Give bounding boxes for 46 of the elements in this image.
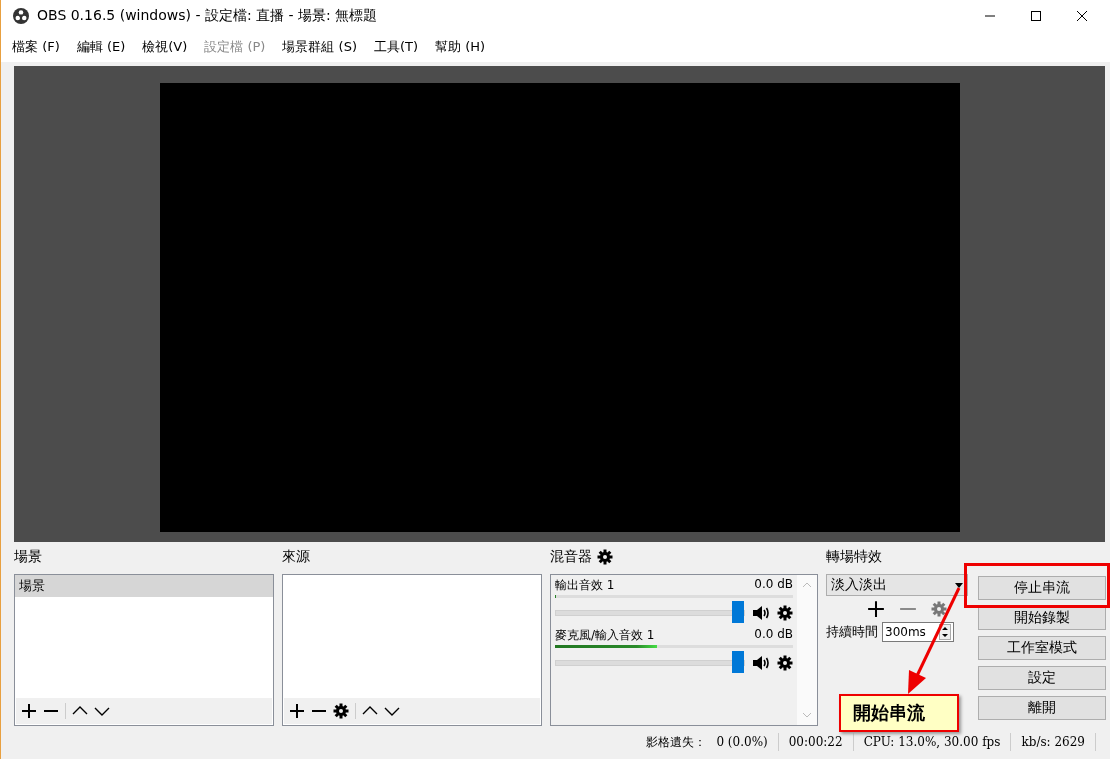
add-icon[interactable]	[21, 703, 37, 719]
scene-item[interactable]: 場景	[15, 575, 273, 597]
control-button[interactable]: 離開	[978, 696, 1106, 720]
volume-slider-handle[interactable]	[732, 651, 744, 673]
menu-item[interactable]: 工具(T)	[373, 38, 419, 56]
dock-title: 轉場特效	[826, 548, 882, 566]
channel-reading: 0.0 dB	[754, 577, 793, 593]
window-title: OBS 0.16.5 (windows) - 設定檔: 直播 - 場景: 無標題	[37, 7, 378, 25]
channel-reading: 0.0 dB	[754, 627, 793, 643]
spinner-arrows-icon[interactable]	[939, 624, 951, 640]
annotation-callout: 開始串流	[839, 694, 959, 732]
settings-icon[interactable]	[597, 549, 613, 565]
stream-time: 00:00:22	[788, 735, 843, 749]
control-button[interactable]: 開始錄製	[978, 606, 1106, 630]
add-icon[interactable]	[289, 703, 305, 719]
duration-label: 持續時間	[826, 623, 878, 641]
menu-item[interactable]: 場景群組 (S)	[282, 38, 357, 56]
close-icon[interactable]	[1076, 10, 1088, 22]
app-logo-icon	[13, 8, 29, 24]
dropdown-caret-icon[interactable]	[955, 582, 963, 588]
control-button[interactable]: 工作室模式	[978, 636, 1106, 660]
channel-name: 麥克風/輸入音效 1	[555, 627, 655, 644]
speaker-icon[interactable]	[752, 655, 770, 671]
maximize-icon[interactable]	[1030, 10, 1042, 22]
bitrate: kb/s: 2629	[1021, 735, 1085, 749]
dock-title: 場景	[14, 548, 42, 566]
duration-field[interactable]: 300ms	[882, 622, 954, 642]
menu-item[interactable]: 幫助 (H)	[435, 38, 486, 56]
settings-icon[interactable]	[777, 605, 793, 621]
cpu-usage: CPU: 13.0%, 30.00 fps	[863, 735, 1001, 749]
control-button[interactable]: 停止串流	[978, 576, 1106, 600]
add-icon[interactable]	[867, 600, 885, 618]
settings-icon[interactable]	[333, 703, 349, 719]
dropped-frames: 0 (0.0%)	[716, 735, 768, 749]
volume-slider-handle[interactable]	[732, 601, 744, 623]
menu-item[interactable]: 編輯 (E)	[76, 38, 126, 56]
speaker-icon[interactable]	[752, 605, 770, 621]
channel-name: 輸出音效 1	[555, 577, 615, 594]
dock-title: 混音器	[550, 548, 592, 566]
settings-icon[interactable]	[777, 655, 793, 671]
dock-title: 來源	[282, 548, 310, 566]
control-button[interactable]: 設定	[978, 666, 1106, 690]
menu-item[interactable]: 檢視(V)	[142, 38, 188, 56]
menu-item[interactable]: 檔案 (F)	[12, 38, 60, 56]
dropped-frames-label: 影格遺失：	[646, 733, 707, 751]
transition-dropdown[interactable]: 淡入淡出	[826, 574, 968, 596]
